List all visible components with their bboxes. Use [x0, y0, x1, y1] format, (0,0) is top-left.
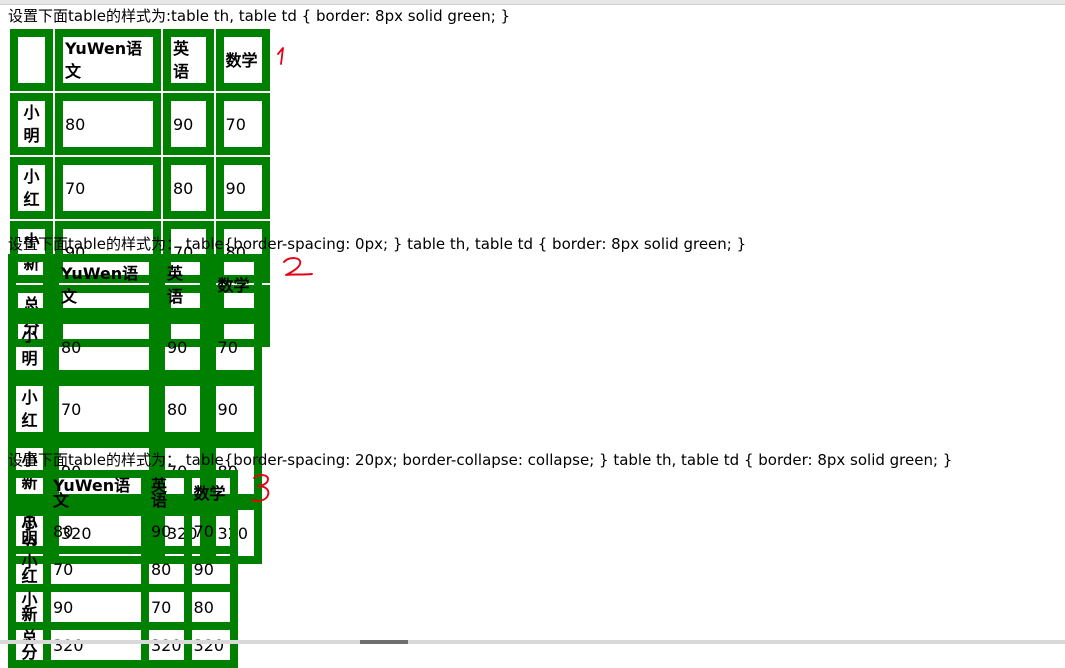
- table-row: 小红 70 80 90: [10, 157, 270, 219]
- cell-math: 90: [183, 546, 238, 592]
- header-english: 英语: [163, 29, 214, 91]
- cell-math: 70: [183, 508, 238, 554]
- cell-english: 80: [163, 157, 214, 219]
- cell-english: 90: [141, 508, 192, 554]
- header-yuwen: YuWen语文: [43, 470, 149, 516]
- cell-math: 90: [207, 378, 262, 440]
- cell-yuwen: 320: [43, 622, 149, 668]
- table-header-row: YuWen语文 英语 数学: [10, 29, 270, 91]
- table-header-row: YuWen语文 英语 数学: [8, 470, 238, 516]
- header-math: 数学: [207, 254, 262, 316]
- row-name: 小红: [10, 157, 53, 219]
- row-name: 小明: [8, 316, 51, 378]
- table-row: 小明 80 90 70: [10, 93, 270, 155]
- table-row: 小明 80 90 70: [8, 508, 238, 554]
- top-border: [0, 0, 1065, 5]
- row-name: 小明: [10, 93, 53, 155]
- header-empty-cell: [8, 470, 51, 516]
- cell-math: 90: [215, 157, 270, 219]
- cell-english: 80: [157, 378, 208, 440]
- cell-yuwen: 70: [55, 157, 161, 219]
- header-english: 英语: [157, 254, 208, 316]
- caption-3: 设置下面table的样式为： table{border-spacing: 20p…: [8, 451, 953, 469]
- row-name: 小红: [8, 546, 51, 592]
- table-row: 总分 320 320 320: [8, 622, 238, 668]
- header-english: 英语: [141, 470, 192, 516]
- cell-yuwen: 70: [51, 378, 157, 440]
- header-math: 数学: [215, 29, 270, 91]
- bottom-scrollbar[interactable]: [0, 640, 1065, 644]
- table-header-row: YuWen语文 英语 数学: [8, 254, 262, 316]
- caption-1: 设置下面table的样式为:table th, table td { borde…: [8, 7, 511, 25]
- header-yuwen: YuWen语文: [55, 29, 161, 91]
- cell-math: 80: [183, 584, 238, 630]
- cell-yuwen: 80: [55, 93, 161, 155]
- cell-english: 90: [163, 93, 214, 155]
- row-name: 小红: [8, 378, 51, 440]
- header-empty-cell: [8, 254, 51, 316]
- table-row: 小新 90 70 80: [8, 584, 238, 630]
- caption-2: 设置下面table的样式为： table{border-spacing: 0px…: [8, 235, 747, 253]
- header-math: 数学: [183, 470, 238, 516]
- header-empty-cell: [10, 29, 53, 91]
- table-row: 小红 70 80 90: [8, 378, 262, 440]
- table-row: 小明 80 90 70: [8, 316, 262, 378]
- handwritten-number-2-annotation: [283, 257, 313, 276]
- cell-math: 320: [183, 622, 238, 668]
- header-yuwen: YuWen语文: [51, 254, 157, 316]
- cell-english: 320: [141, 622, 192, 668]
- score-table-3: YuWen语文 英语 数学 小明 80 90 70 小红 70 80 90 小新…: [8, 470, 238, 668]
- cell-math: 70: [215, 93, 270, 155]
- cell-english: 80: [141, 546, 192, 592]
- cell-yuwen: 70: [43, 546, 149, 592]
- scrollbar-thumb[interactable]: [360, 640, 408, 644]
- row-name: 小明: [8, 508, 51, 554]
- cell-english: 90: [157, 316, 208, 378]
- cell-math: 70: [207, 316, 262, 378]
- table-row: 小红 70 80 90: [8, 546, 238, 592]
- handwritten-number-1-annotation: [277, 47, 284, 65]
- cell-english: 70: [141, 584, 192, 630]
- cell-yuwen: 90: [43, 584, 149, 630]
- cell-yuwen: 80: [43, 508, 149, 554]
- row-name: 小新: [8, 584, 51, 630]
- row-name: 总分: [8, 622, 51, 668]
- cell-yuwen: 80: [51, 316, 157, 378]
